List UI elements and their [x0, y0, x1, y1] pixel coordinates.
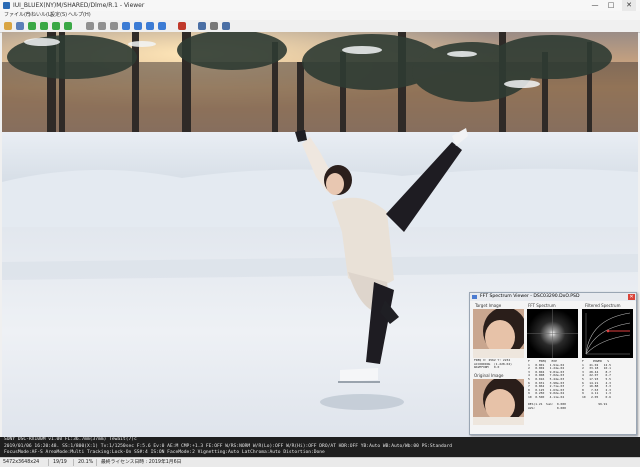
first-icon[interactable] — [52, 22, 60, 30]
window-title: IUI_BLUEX(NY)M/SHARED/Dlme/R.1 - Viewer — [13, 2, 145, 9]
app-icon — [3, 2, 10, 9]
menu-tools[interactable]: うねいル(L) — [26, 11, 53, 20]
fft-title-bar[interactable]: FFT Spectrum Viewer - DSC03290.DxO.PSD ✕ — [470, 293, 636, 301]
minimize-button[interactable]: — — [588, 0, 602, 11]
original-image-thumbnail — [473, 376, 527, 425]
prev-icon[interactable] — [28, 22, 36, 30]
rotate-right-icon[interactable] — [134, 22, 142, 30]
original-image-label: Original Image — [474, 373, 504, 378]
status-divider — [96, 459, 97, 466]
fft-table-power: F POWER % 1 41.02 12.5 2 33.18 10.1 3 28… — [582, 360, 611, 407]
settings-icon[interactable] — [210, 22, 218, 30]
status-divider — [48, 459, 49, 466]
fit-icon[interactable] — [110, 22, 118, 30]
zoom-in-icon[interactable] — [86, 22, 94, 30]
filtered-spectrum-panel — [582, 309, 633, 358]
help-icon[interactable] — [222, 22, 230, 30]
fft-spectrum-label: FFT Spectrum — [528, 303, 556, 308]
refresh-icon[interactable] — [158, 22, 166, 30]
next-icon[interactable] — [40, 22, 48, 30]
fft-spectrum-panel — [527, 309, 578, 358]
filtered-spectrum-label: Filtered Spectrum — [585, 303, 621, 308]
open-folder-icon[interactable] — [4, 22, 12, 30]
maximize-button[interactable]: □ — [604, 0, 618, 11]
status-divider — [73, 459, 74, 466]
fft-table-frequency: F FREQ EXP 1 0.001 1.91e-02 2 0.002 1.24… — [528, 360, 566, 410]
fft-spectrum-window[interactable]: FFT Spectrum Viewer - DSC03290.DxO.PSD ✕… — [469, 292, 637, 435]
save-icon[interactable] — [16, 22, 24, 30]
rotate-left-icon[interactable] — [122, 22, 130, 30]
exif-line-3: FocusMode:AF-S AreaMode:Multi Tracking:L… — [4, 450, 325, 455]
target-image-label: Target Image — [475, 303, 502, 308]
fft-app-icon — [472, 295, 477, 299]
zoom-out-icon[interactable] — [98, 22, 106, 30]
fft-title: FFT Spectrum Viewer - DSC03290.DxO.PSD — [480, 294, 580, 299]
fft-close-button[interactable]: ✕ — [628, 294, 635, 300]
fft-readout: FREQ X: 2562 Y: 2234 ACCORDING (1.228.04… — [474, 359, 512, 370]
target-image-thumbnail — [473, 307, 527, 358]
stop-icon[interactable] — [178, 22, 186, 30]
last-icon[interactable] — [64, 22, 72, 30]
info-icon[interactable] — [198, 22, 206, 30]
menu-bar: ファイル(F) うねいル(L) 設定(S) ヘルプ(H) — [0, 11, 640, 20]
menu-help[interactable]: ヘルプ(H) — [68, 11, 91, 20]
menu-settings[interactable]: 設定(S) — [50, 11, 67, 20]
close-button[interactable]: ✕ — [622, 0, 636, 11]
flip-icon[interactable] — [146, 22, 154, 30]
exif-info-panel: SONY DSC-RX100M v1.00 FL:36.7mm(37mm) Te… — [0, 437, 640, 457]
